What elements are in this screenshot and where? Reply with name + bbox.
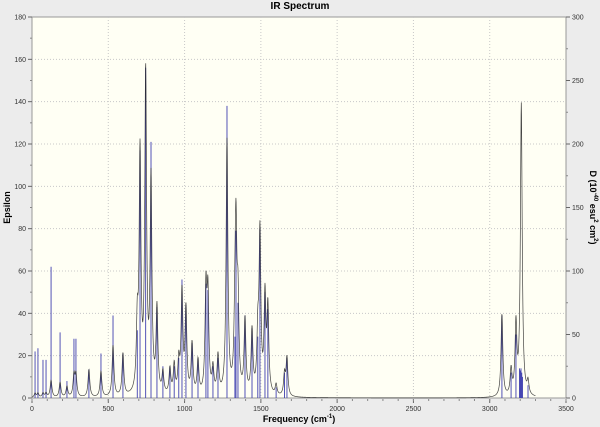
x-tick-label: 3500 — [558, 406, 574, 413]
ir-spectrum-chart: 0 500 1000 1500 2000 2500 3000 3500020406080100… — [2, 15, 598, 425]
x-tick-label: 500 — [102, 406, 114, 413]
y-right-axis-label-part: ) — [588, 241, 598, 244]
x-tick-label: 1000 — [177, 406, 193, 413]
y-right-tick-label: 150 — [572, 205, 584, 212]
y-right-tick-label: 100 — [572, 269, 584, 276]
x-tick-label: 2000 — [329, 406, 345, 413]
y-tick-label: 20 — [18, 353, 26, 360]
x-tick-label: 3000 — [482, 406, 498, 413]
x-tick-label: 1500 — [253, 406, 269, 413]
y-right-tick-label: 300 — [572, 15, 584, 22]
y-tick-label: 100 — [14, 184, 26, 191]
y-tick-label: 120 — [14, 142, 26, 149]
y-right-axis-label-part: cm — [588, 223, 598, 239]
y-tick-label: 180 — [14, 15, 26, 22]
x-tick-label: 0 — [30, 406, 34, 413]
x-axis-label-end: ) — [332, 414, 335, 424]
y-right-axis-label-part: esu — [588, 201, 598, 219]
y-right-tick-label: 200 — [572, 142, 584, 149]
y-tick-label: 40 — [18, 311, 26, 318]
y-right-axis-label: D (10-40 esu2 cm2) — [588, 171, 598, 245]
y-tick-label: 80 — [18, 226, 26, 233]
y-axis-label: Epsilon — [2, 191, 12, 224]
y-tick-label: 0 — [22, 396, 26, 403]
plot-area — [31, 16, 567, 399]
y-tick-label: 140 — [14, 99, 26, 106]
x-tick-label: 2500 — [406, 406, 422, 413]
y-tick-label: 160 — [14, 57, 26, 64]
y-right-tick-label: 0 — [572, 396, 576, 403]
x-axis-label: Frequency (cm-1) — [263, 414, 335, 424]
y-right-tick-label: 250 — [572, 78, 584, 85]
y-right-tick-label: 50 — [572, 332, 580, 339]
y-tick-label: 60 — [18, 269, 26, 276]
